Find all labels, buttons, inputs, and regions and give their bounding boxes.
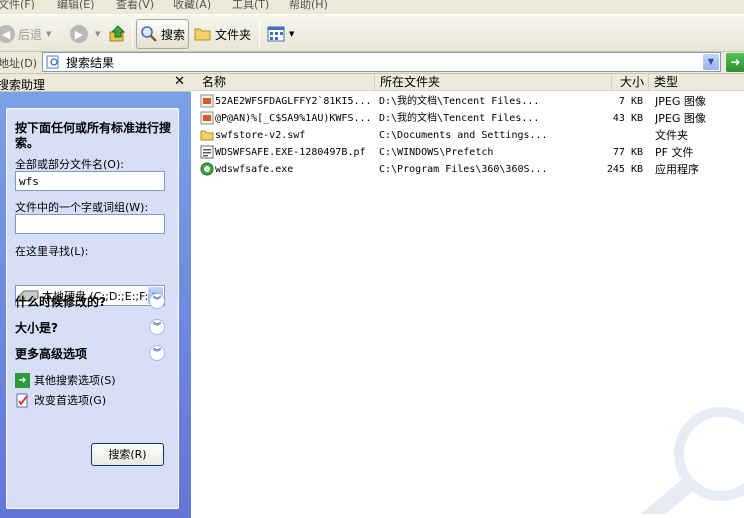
file-size: 7 KB [618, 96, 643, 107]
views-grid-icon [267, 26, 285, 42]
table-row[interactable]: 52AE2WFSFDAGLFFY2`81KI5... D:\我的文档\Tence… [191, 93, 744, 110]
forward-arrow-icon: ▶ [70, 25, 88, 43]
views-dropdown-icon: ▼ [289, 30, 295, 38]
search-results-icon [46, 55, 59, 69]
address-dropdown-icon[interactable]: ▼ [703, 54, 719, 70]
lookin-label: 在这里寻找(L): [15, 245, 89, 258]
views-button[interactable]: ▼ [267, 19, 294, 49]
go-arrow-icon[interactable]: ➜ [726, 53, 744, 72]
chevron-down-icon[interactable]: ︾ [149, 345, 165, 361]
change-preferences-link[interactable]: 改变首选项(G) [15, 391, 106, 409]
toolbar: ◀ 后退 ▼ ▶ ▼ 搜索 文件夹 ▼ [0, 14, 744, 52]
table-row[interactable]: WDSWFSAFE.EXE-1280497B.pf C:\WINDOWS\Pre… [191, 144, 744, 161]
forward-dropdown-icon[interactable]: ▼ [95, 30, 100, 38]
table-row[interactable]: @P@AN)%[_C$SA9%1AU)KWFS... D:\我的文档\Tence… [191, 110, 744, 127]
search-label: 搜索 [161, 27, 186, 42]
folders-label: 文件夹 [215, 27, 252, 42]
file-folder: C:\Program Files\360\360S... [379, 164, 548, 175]
up-folder-icon [109, 25, 126, 42]
back-dropdown-icon[interactable]: ▼ [46, 30, 51, 38]
jpeg-icon [200, 111, 214, 125]
file-folder: C:\Documents and Settings... [379, 130, 548, 141]
section-date-modified[interactable]: 什么时候修改的? ︾ [15, 293, 165, 311]
file-folder: D:\我的文档\Tencent Files... [379, 113, 540, 124]
file-name: @P@AN)%[_C$SA9%1AU)KWFS... [215, 113, 372, 124]
green-arrow-icon: ➜ [15, 372, 30, 388]
search-criteria-card: 按下面任何或所有标准进行搜索。 全部或部分文件名(O): 文件中的一个字或词组(… [6, 108, 179, 509]
table-row[interactable]: wdswfsafe.exe C:\Program Files\360\360S.… [191, 161, 744, 178]
menu-help[interactable]: 帮助(H) [289, 0, 328, 12]
file-name: 52AE2WFSFDAGLFFY2`81KI5... [215, 96, 372, 107]
file-size [595, 128, 643, 143]
file-size: 245 KB [606, 164, 643, 175]
pane-title: 搜索助理 [0, 78, 46, 92]
section-advanced[interactable]: 更多高级选项 ︾ [15, 345, 165, 363]
up-folder-button[interactable] [108, 19, 128, 49]
filename-label: 全部或部分文件名(O): [15, 158, 124, 171]
file-folder: D:\我的文档\Tencent Files... [379, 96, 540, 107]
column-size[interactable]: 大小 [612, 74, 649, 91]
menu-file[interactable]: 文件(F) [0, 0, 35, 12]
menu-edit[interactable]: 编辑(E) [57, 0, 95, 12]
column-folder[interactable]: 所在文件夹 [375, 74, 612, 91]
search-companion-pane: 搜索助理 ✕ 按下面任何或所有标准进行搜索。 全部或部分文件名(O): 文件中的… [0, 74, 191, 518]
exe-icon [200, 162, 214, 176]
close-icon[interactable]: ✕ [174, 74, 185, 89]
folder-icon [200, 130, 214, 141]
phrase-input[interactable] [15, 214, 165, 234]
file-name: WDSWFSAFE.EXE-1280497B.pf [215, 147, 366, 158]
back-label: 后退 [18, 27, 43, 42]
chevron-down-icon[interactable]: ︾ [149, 319, 165, 335]
file-type: 应用程序 [655, 163, 699, 176]
magnifier-icon [141, 26, 157, 42]
jpeg-icon [200, 94, 214, 108]
chevron-down-icon[interactable]: ︾ [149, 293, 165, 309]
table-row[interactable]: swfstore-v2.swf C:\Documents and Setting… [191, 127, 744, 144]
address-bar: 地址(D) 搜索结果 ▼ ➜ [0, 52, 744, 74]
folders-button[interactable]: 文件夹 [194, 19, 251, 49]
address-label: 地址(D) [0, 57, 38, 70]
file-name: swfstore-v2.swf [215, 130, 306, 141]
address-field[interactable]: 搜索结果 ▼ [42, 52, 721, 72]
file-type: JPEG 图像 [655, 95, 706, 108]
folder-icon [194, 28, 211, 41]
preferences-icon [15, 393, 30, 408]
results-list: 名称 所在文件夹 大小 类型 52AE2WFSFDAGLFFY2`81KI5..… [191, 74, 744, 518]
menu-tools[interactable]: 工具(T) [232, 0, 269, 12]
search-button[interactable]: 搜索(R) [91, 443, 164, 466]
filename-input[interactable] [15, 171, 165, 191]
pf-file-icon [200, 145, 214, 159]
other-search-options-link[interactable]: ➜ 其他搜索选项(S) [15, 371, 116, 389]
section-size[interactable]: 大小是? ︾ [15, 319, 165, 337]
column-name[interactable]: 名称 [197, 74, 375, 91]
magnifier-watermark-icon [640, 407, 744, 514]
file-type: JPEG 图像 [655, 112, 706, 125]
back-button[interactable]: ◀ 后退 ▼ [0, 19, 51, 49]
column-header: 名称 所在文件夹 大小 类型 [191, 74, 744, 91]
file-type: PF 文件 [655, 146, 694, 159]
file-size: 43 KB [612, 113, 643, 124]
menu-favorites[interactable]: 收藏(A) [173, 0, 211, 12]
phrase-label: 文件中的一个字或词组(W): [15, 201, 149, 214]
back-arrow-icon: ◀ [0, 25, 15, 43]
pane-heading: 按下面任何或所有标准进行搜索。 [15, 121, 172, 150]
search-button-toolbar[interactable]: 搜索 [136, 19, 190, 49]
column-type[interactable]: 类型 [649, 74, 744, 91]
forward-button[interactable]: ▶ ▼ [70, 19, 100, 49]
file-size: 77 KB [612, 147, 643, 158]
file-folder: C:\WINDOWS\Prefetch [379, 147, 494, 158]
pane-header: 搜索助理 ✕ [0, 74, 191, 92]
file-name: wdswfsafe.exe [215, 164, 294, 175]
menu-view[interactable]: 查看(V) [116, 0, 154, 12]
file-type: 文件夹 [655, 129, 688, 142]
menu-bar: 文件(F) 编辑(E) 查看(V) 收藏(A) 工具(T) 帮助(H) [0, 0, 744, 14]
address-value: 搜索结果 [66, 55, 115, 70]
